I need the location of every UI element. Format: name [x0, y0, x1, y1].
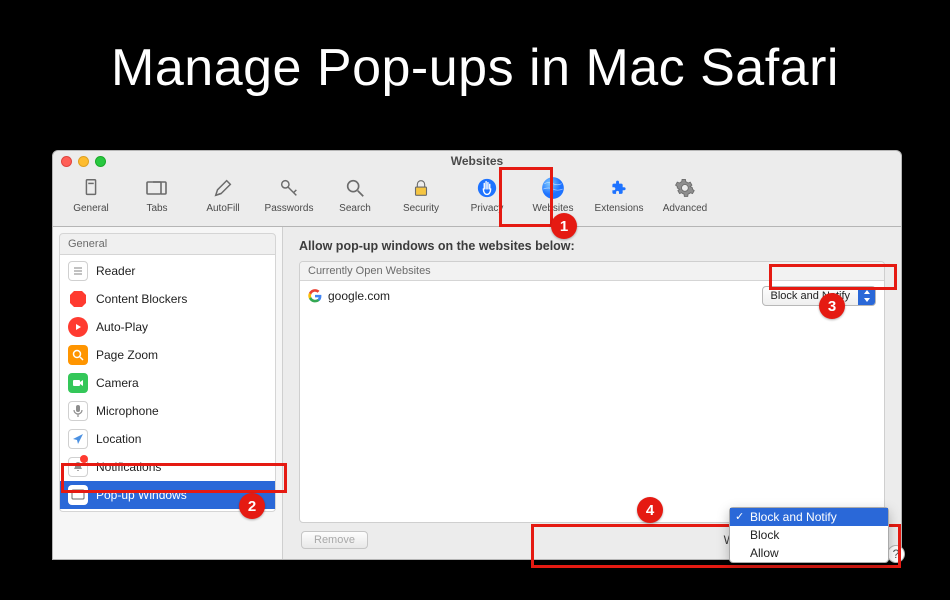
tab-extensions[interactable]: Extensions: [591, 174, 647, 214]
play-icon: [68, 317, 88, 337]
sidebar-item-label: Notifications: [96, 460, 161, 474]
window-title: Websites: [451, 154, 503, 168]
dropdown-option[interactable]: Block: [730, 526, 888, 544]
sidebar-item-label: Pop-up Windows: [96, 488, 187, 502]
help-button[interactable]: ?: [887, 545, 905, 563]
chevron-updown-icon: [858, 287, 875, 305]
notification-badge-icon: [80, 455, 88, 463]
tab-label: Advanced: [663, 203, 707, 214]
microphone-icon: [68, 401, 88, 421]
popup-icon: [68, 485, 88, 505]
slide-title: Manage Pop-ups in Mac Safari: [0, 0, 950, 116]
general-icon: [77, 174, 105, 202]
sidebar-group-label: General: [59, 233, 276, 255]
tab-advanced[interactable]: Advanced: [657, 174, 713, 214]
tab-label: Websites: [533, 203, 574, 214]
close-button[interactable]: [61, 156, 72, 167]
sidebar-item-page-zoom[interactable]: Page Zoom: [60, 341, 275, 369]
sidebar-item-camera[interactable]: Camera: [60, 369, 275, 397]
tab-label: Security: [403, 203, 439, 214]
tab-label: General: [73, 203, 109, 214]
hand-icon: [473, 174, 501, 202]
websites-table: Currently Open Websites google.com Block…: [299, 261, 885, 523]
dropdown-option[interactable]: Allow: [730, 544, 888, 562]
preferences-window: Websites General Tabs AutoFill Passwords…: [52, 150, 902, 560]
location-icon: [68, 429, 88, 449]
tab-label: AutoFill: [206, 203, 239, 214]
row-setting-select[interactable]: Block and Notify: [762, 286, 876, 306]
minimize-button[interactable]: [78, 156, 89, 167]
bottom-bar: Remove When visiting other websites: Blo…: [299, 523, 885, 549]
pencil-icon: [209, 174, 237, 202]
toolbar: General Tabs AutoFill Passwords Search S…: [53, 171, 901, 227]
tab-label: Extensions: [595, 203, 644, 214]
tab-security[interactable]: Security: [393, 174, 449, 214]
remove-button[interactable]: Remove: [301, 531, 368, 549]
tab-label: Privacy: [471, 203, 504, 214]
main-content: Allow pop-up windows on the websites bel…: [283, 227, 901, 559]
sidebar-item-auto-play[interactable]: Auto-Play: [60, 313, 275, 341]
sidebar-item-notifications[interactable]: Notifications: [60, 453, 275, 481]
sidebar-item-label: Auto-Play: [96, 320, 148, 334]
camera-icon: [68, 373, 88, 393]
zoom-button[interactable]: [95, 156, 106, 167]
globe-icon: [539, 174, 567, 202]
table-header: Currently Open Websites: [300, 262, 884, 281]
tab-passwords[interactable]: Passwords: [261, 174, 317, 214]
sidebar-list: Reader Content Blockers Auto-Play Page Z…: [59, 255, 276, 512]
puzzle-icon: [605, 174, 633, 202]
sidebar-item-label: Location: [96, 432, 141, 446]
tab-tabs[interactable]: Tabs: [129, 174, 185, 214]
key-icon: [275, 174, 303, 202]
sidebar-item-label: Content Blockers: [96, 292, 187, 306]
google-favicon-icon: [308, 289, 322, 303]
table-row[interactable]: google.com Block and Notify: [300, 281, 884, 311]
select-value: Block and Notify: [771, 290, 850, 302]
window-body: General Reader Content Blockers Auto-Pla…: [53, 227, 901, 559]
sidebar: General Reader Content Blockers Auto-Pla…: [53, 227, 283, 559]
tab-search[interactable]: Search: [327, 174, 383, 214]
gear-icon: [671, 174, 699, 202]
sidebar-item-label: Reader: [96, 264, 135, 278]
tab-label: Tabs: [146, 203, 167, 214]
reader-icon: [68, 261, 88, 281]
tab-autofill[interactable]: AutoFill: [195, 174, 251, 214]
stop-icon: [68, 289, 88, 309]
tab-general[interactable]: General: [63, 174, 119, 214]
tab-privacy[interactable]: Privacy: [459, 174, 515, 214]
sidebar-item-popup-windows[interactable]: Pop-up Windows: [60, 481, 275, 509]
other-websites-dropdown[interactable]: Block and Notify Block Allow: [729, 507, 889, 563]
sidebar-item-reader[interactable]: Reader: [60, 257, 275, 285]
sidebar-item-location[interactable]: Location: [60, 425, 275, 453]
sidebar-item-label: Microphone: [96, 404, 159, 418]
tab-label: Passwords: [265, 203, 314, 214]
sidebar-item-content-blockers[interactable]: Content Blockers: [60, 285, 275, 313]
tabs-icon: [143, 174, 171, 202]
main-heading: Allow pop-up windows on the websites bel…: [299, 239, 885, 253]
window-titlebar: Websites: [53, 151, 901, 171]
search-icon: [341, 174, 369, 202]
sidebar-item-label: Page Zoom: [96, 348, 158, 362]
sidebar-item-microphone[interactable]: Microphone: [60, 397, 275, 425]
row-site: google.com: [328, 289, 390, 303]
tab-label: Search: [339, 203, 371, 214]
dropdown-option[interactable]: Block and Notify: [730, 508, 888, 526]
zoom-icon: [68, 345, 88, 365]
sidebar-item-label: Camera: [96, 376, 139, 390]
tab-websites[interactable]: Websites: [525, 174, 581, 214]
lock-icon: [407, 174, 435, 202]
